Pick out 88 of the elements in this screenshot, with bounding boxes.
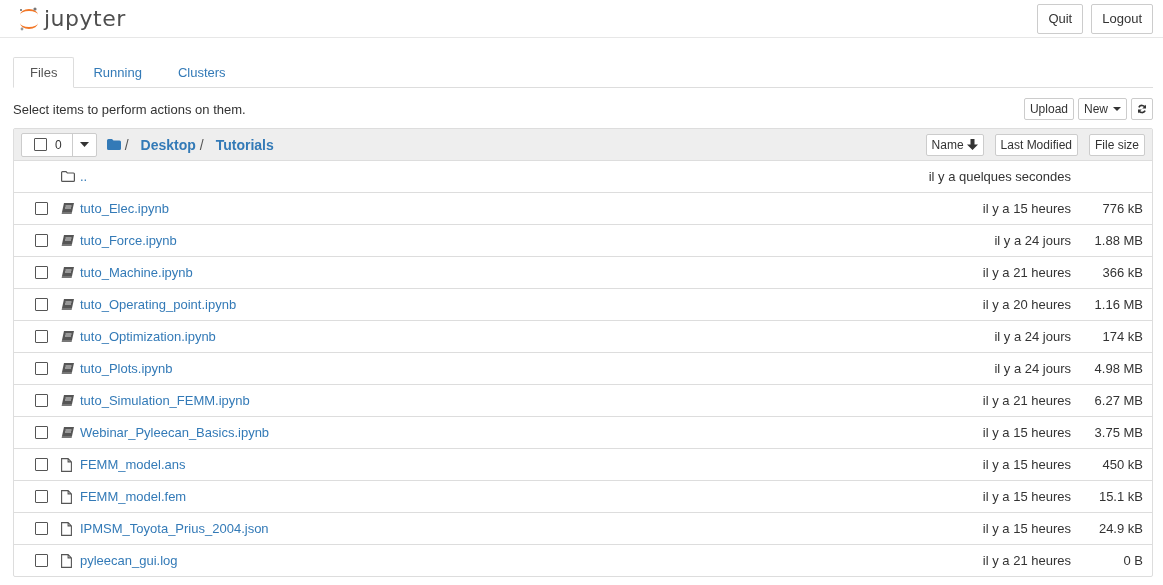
file-link[interactable]: FEMM_model.ans (80, 457, 186, 472)
selected-count: 0 (55, 137, 62, 152)
row-checkbox[interactable] (35, 266, 48, 279)
file-icon (61, 553, 72, 568)
notebook-icon (61, 203, 74, 214)
folder-icon[interactable] (106, 139, 121, 150)
caret-icon (1113, 107, 1121, 111)
file-link[interactable]: tuto_Force.ipynb (80, 233, 177, 248)
parent-folder-link[interactable]: .. (80, 169, 88, 184)
row-checkbox[interactable] (35, 362, 48, 375)
file-icon (61, 521, 72, 536)
notebook-icon (61, 299, 74, 310)
row-checkbox[interactable] (35, 394, 48, 407)
file-link[interactable]: tuto_Operating_point.ipynb (80, 297, 237, 312)
modified-time: il y a 15 heures (982, 489, 1071, 504)
file-link[interactable]: tuto_Optimization.ipynb (80, 329, 216, 344)
path-separator: / (199, 136, 204, 153)
tab[interactable]: Running (76, 57, 159, 88)
new-button[interactable]: New (1078, 98, 1127, 120)
row-checkbox[interactable] (35, 554, 48, 567)
quit-button[interactable]: Quit (1037, 3, 1084, 34)
file-size: 1.88 MB (1094, 233, 1143, 248)
modified-time: il y a 15 heures (982, 201, 1071, 216)
logo-text: jupyter (44, 6, 126, 31)
modified-time: il y a 15 heures (982, 521, 1071, 536)
breadcrumb-link[interactable]: Tutorials (215, 136, 274, 153)
row-checkbox[interactable] (35, 330, 48, 343)
select-all-control[interactable]: 0 (21, 132, 97, 157)
instruction-text: Select items to perform actions on them. (13, 101, 246, 117)
notebook-icon (61, 267, 74, 278)
notebook-icon (61, 235, 74, 246)
file-size: 24.9 kB (1098, 521, 1143, 536)
modified-time: il y a 24 jours (994, 329, 1071, 344)
tab[interactable]: Clusters (160, 57, 243, 88)
notebook-icon (61, 395, 74, 406)
sort-button[interactable]: Name (925, 133, 984, 156)
breadcrumb-link[interactable]: Desktop (140, 136, 196, 153)
modified-time: il y a 21 heures (982, 553, 1071, 568)
modified-time: il y a 21 heures (982, 265, 1071, 280)
row-checkbox[interactable] (35, 298, 48, 311)
modified-time: il y a 15 heures (982, 457, 1071, 472)
row-checkbox[interactable] (35, 202, 48, 215)
upload-button[interactable]: Upload (1023, 98, 1074, 120)
file-size: 4.98 MB (1094, 361, 1143, 376)
file-link[interactable]: Webinar_Pyleecan_Basics.ipynb (80, 425, 270, 440)
file-link[interactable]: pyleecan_gui.log (80, 553, 178, 568)
row-checkbox[interactable] (35, 522, 48, 535)
refresh-button[interactable] (1131, 98, 1153, 120)
modified-time: il y a 24 jours (994, 233, 1071, 248)
file-icon (61, 489, 72, 504)
row-checkbox[interactable] (35, 490, 48, 503)
modified-time: il y a 24 jours (994, 361, 1071, 376)
modified-time: il y a 21 heures (982, 393, 1071, 408)
select-all-checkbox[interactable] (34, 138, 47, 151)
notebook-icon (61, 427, 74, 438)
modified-time: il y a 20 heures (982, 297, 1071, 312)
file-size: 1.16 MB (1094, 297, 1143, 312)
path-separator: / (124, 136, 129, 153)
sort-button[interactable]: Last Modified (994, 133, 1078, 156)
file-icon (61, 457, 72, 472)
file-link[interactable]: tuto_Machine.ipynb (80, 265, 193, 280)
file-size: 450 kB (1102, 457, 1143, 472)
logo-icon (18, 5, 40, 32)
file-link[interactable]: tuto_Plots.ipynb (80, 361, 173, 376)
file-size: 15.1 kB (1098, 489, 1143, 504)
row-checkbox[interactable] (35, 458, 48, 471)
row-checkbox[interactable] (35, 426, 48, 439)
file-size: 174 kB (1102, 329, 1143, 344)
modified-time: il y a quelques secondes (928, 169, 1071, 184)
file-size: 776 kB (1102, 201, 1143, 216)
modified-time: il y a 15 heures (982, 425, 1071, 440)
caret-icon (79, 142, 89, 147)
file-link[interactable]: tuto_Elec.ipynb (80, 201, 169, 216)
row-checkbox[interactable] (35, 234, 48, 247)
logout-button[interactable]: Logout (1091, 3, 1153, 34)
file-link[interactable]: FEMM_model.fem (80, 489, 187, 504)
tab[interactable]: Files (13, 57, 75, 88)
file-link[interactable]: tuto_Simulation_FEMM.ipynb (80, 393, 250, 408)
file-link[interactable]: IPMSM_Toyota_Prius_2004.json (80, 521, 269, 536)
notebook-icon (61, 363, 74, 374)
folder-icon (61, 171, 75, 182)
file-size: 3.75 MB (1094, 425, 1143, 440)
refresh-icon (1137, 103, 1147, 115)
file-size: 6.27 MB (1094, 393, 1143, 408)
file-size: 0 B (1123, 553, 1143, 568)
file-size: 366 kB (1102, 265, 1143, 280)
sort-button[interactable]: File size (1089, 133, 1145, 156)
notebook-icon (61, 331, 74, 342)
